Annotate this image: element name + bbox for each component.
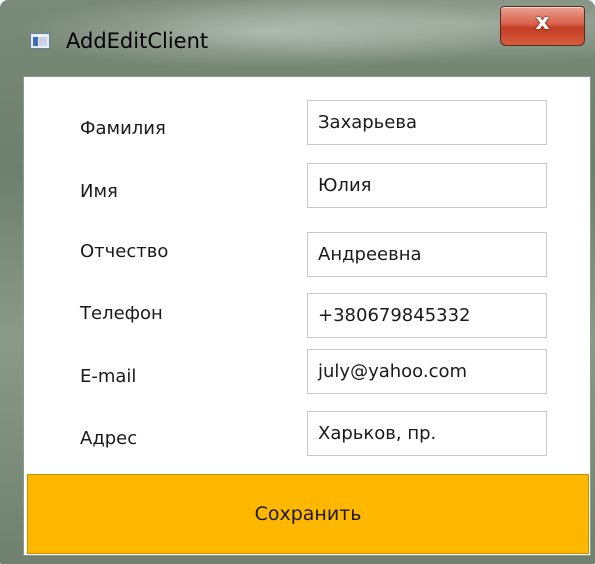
- save-button[interactable]: Сохранить: [27, 474, 589, 554]
- last-name-label: Фамилия: [80, 118, 166, 139]
- close-icon: x: [535, 10, 550, 35]
- title-bar[interactable]: AddEditClient x: [0, 0, 595, 66]
- window-title: AddEditClient: [66, 29, 209, 53]
- address-field[interactable]: Харьков, пр.: [307, 411, 547, 456]
- last-name-field[interactable]: Захарьева: [307, 100, 547, 145]
- app-window-icon: [30, 33, 50, 49]
- middle-name-label: Отчество: [80, 241, 169, 262]
- first-name-field[interactable]: Юлия: [307, 163, 547, 208]
- form-panel: Фамилия Захарьева Имя Юлия Отчество Андр…: [23, 76, 591, 556]
- first-name-label: Имя: [80, 181, 118, 202]
- middle-name-field[interactable]: Андреевна: [307, 232, 547, 277]
- email-field[interactable]: july@yahoo.com: [307, 349, 547, 394]
- email-label: E-mail: [80, 366, 137, 387]
- phone-field[interactable]: +380679845332: [307, 293, 547, 338]
- add-edit-client-window: AddEditClient x Фамилия Захарьева Имя Юл…: [0, 0, 595, 564]
- phone-label: Телефон: [80, 303, 163, 324]
- address-label: Адрес: [80, 428, 138, 449]
- close-button[interactable]: x: [500, 6, 585, 46]
